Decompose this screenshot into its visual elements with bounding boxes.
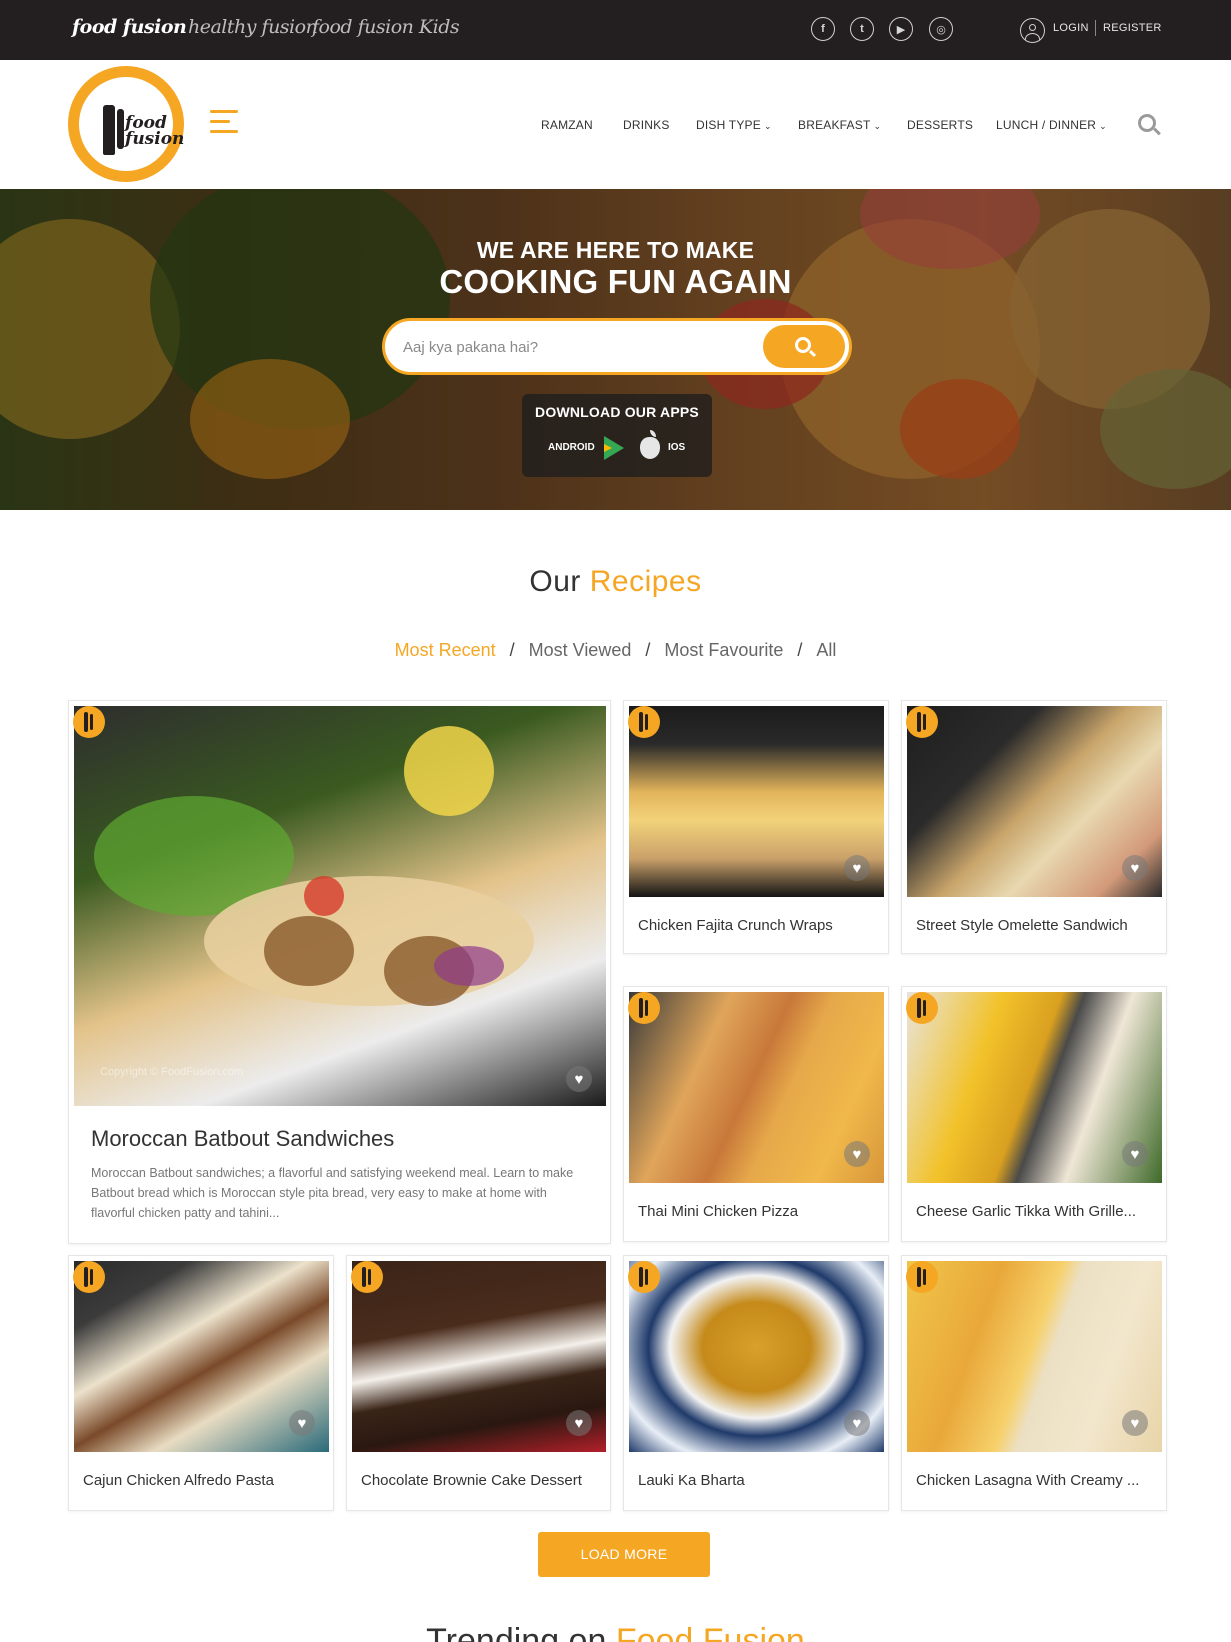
logo-text-fusion: fusion [125,129,185,149]
recipe-title[interactable]: Thai Mini Chicken Pizza [638,1203,878,1220]
hero-search-bar [382,318,852,375]
recipe-card[interactable]: ♥ Thai Mini Chicken Pizza [623,986,889,1242]
ios-app-link[interactable]: IOS [668,442,685,453]
recipe-card[interactable]: ♥ Cajun Chicken Alfredo Pasta [68,1255,334,1511]
tab-most-recent[interactable]: Most Recent [395,640,496,661]
heart-icon[interactable]: ♥ [844,1410,870,1436]
user-icon[interactable] [1020,18,1045,43]
tab-most-favourite[interactable]: Most Favourite [664,640,783,661]
fork-icon [103,105,115,155]
nav-ramzan[interactable]: RAMZAN [541,118,593,132]
recipe-card-featured[interactable]: Copyright © FoodFusion.com ♥ Moroccan Ba… [68,700,611,1244]
tab-most-viewed[interactable]: Most Viewed [529,640,632,661]
android-app-link[interactable]: ANDROID [548,442,595,453]
recipe-image[interactable]: Copyright © FoodFusion.com [74,706,606,1106]
recipe-card[interactable]: ♥ Cheese Garlic Tikka With Grille... [901,986,1167,1242]
food-fusion-badge-icon [906,1261,938,1293]
recipe-card[interactable]: ♥ Street Style Omelette Sandwich [901,700,1167,954]
food-fusion-badge-icon [906,706,938,738]
hero-heading-line1: WE ARE HERE TO MAKE [476,237,755,263]
search-icon[interactable] [1138,114,1156,132]
heart-icon[interactable]: ♥ [566,1410,592,1436]
brand-food-fusion-link[interactable]: food fusion [72,16,187,38]
nav-dish-type[interactable]: DISH TYPE ⌄ [696,118,772,132]
register-link[interactable]: REGISTER [1103,22,1162,34]
apps-title: DOWNLOAD OUR APPS [535,404,699,420]
top-bar: food fusion healthy fusion food fusion K… [0,0,1231,60]
food-fusion-badge-icon [628,706,660,738]
recipe-title[interactable]: Moroccan Batbout Sandwiches [91,1126,394,1152]
heart-icon[interactable]: ♥ [844,1141,870,1167]
menu-icon[interactable] [210,110,238,140]
chevron-down-icon: ⌄ [873,121,882,131]
instagram-icon[interactable]: ◎ [929,17,953,41]
search-icon [795,337,811,353]
brand-healthy-fusion-link[interactable]: healthy fusion [188,16,318,38]
section-title-trending: Trending on Food Fusion [426,1622,805,1642]
food-fusion-badge-icon [351,1261,383,1293]
heart-icon[interactable]: ♥ [289,1410,315,1436]
image-watermark: Copyright © FoodFusion.com [100,1066,244,1078]
recipe-card[interactable]: ♥ Chocolate Brownie Cake Dessert [346,1255,611,1511]
recipe-title[interactable]: Chocolate Brownie Cake Dessert [361,1472,601,1489]
food-fusion-badge-icon [628,1261,660,1293]
facebook-icon[interactable]: f [811,17,835,41]
google-play-icon[interactable] [604,436,624,460]
download-apps-box: DOWNLOAD OUR APPS ANDROID IOS [522,394,712,477]
nav-breakfast[interactable]: BREAKFAST ⌄ [798,118,881,132]
brand-food-fusion-kids-link[interactable]: food fusion Kids [312,16,460,38]
recipe-card[interactable]: ♥ Lauki Ka Bharta [623,1255,889,1511]
nav-desserts[interactable]: DESSERTS [907,118,973,132]
recipe-title[interactable]: Chicken Lasagna With Creamy ... [916,1472,1156,1489]
food-fusion-badge-icon [628,992,660,1024]
login-link[interactable]: LOGIN [1053,22,1089,34]
recipe-title[interactable]: Cajun Chicken Alfredo Pasta [83,1472,323,1489]
heart-icon[interactable]: ♥ [1122,855,1148,881]
recipe-title[interactable]: Chicken Fajita Crunch Wraps [638,917,878,934]
nav-drinks[interactable]: DRINKS [623,118,670,132]
heart-icon[interactable]: ♥ [1122,1410,1148,1436]
heart-icon[interactable]: ♥ [566,1066,592,1092]
recipe-filter-tabs: Most Recent / Most Viewed / Most Favourite / A… [394,640,837,661]
recipe-title[interactable]: Street Style Omelette Sandwich [916,917,1156,934]
search-input[interactable] [403,334,743,360]
site-logo[interactable]: food fusion [68,66,184,182]
recipe-title[interactable]: Lauki Ka Bharta [638,1472,878,1489]
hero-banner: WE ARE HERE TO MAKE COOKING FUN AGAIN DO… [0,189,1231,510]
recipe-card[interactable]: ♥ Chicken Fajita Crunch Wraps [623,700,889,954]
load-more-button[interactable]: LOAD MORE [538,1532,710,1577]
search-button[interactable] [763,325,845,368]
nav-lunch-dinner[interactable]: LUNCH / DINNER ⌄ [996,118,1107,132]
section-title-recipes: Our Recipes [529,565,702,598]
heart-icon[interactable]: ♥ [1122,1141,1148,1167]
chevron-down-icon: ⌄ [763,121,772,131]
recipe-description: Moroccan Batbout sandwiches; a flavorful… [91,1166,574,1220]
recipe-title[interactable]: Cheese Garlic Tikka With Grille... [916,1203,1156,1220]
chevron-down-icon: ⌄ [1099,121,1107,131]
twitter-icon[interactable]: t [850,17,874,41]
youtube-icon[interactable]: ▶ [889,17,913,41]
food-fusion-badge-icon [73,1261,105,1293]
tab-all[interactable]: All [816,640,836,661]
food-fusion-badge-icon [73,706,105,738]
food-fusion-badge-icon [906,992,938,1024]
auth-divider [1095,20,1096,36]
hero-heading-line2: COOKING FUN AGAIN [439,263,792,300]
apple-icon[interactable] [640,430,660,459]
heart-icon[interactable]: ♥ [844,855,870,881]
recipe-card[interactable]: ♥ Chicken Lasagna With Creamy ... [901,1255,1167,1511]
